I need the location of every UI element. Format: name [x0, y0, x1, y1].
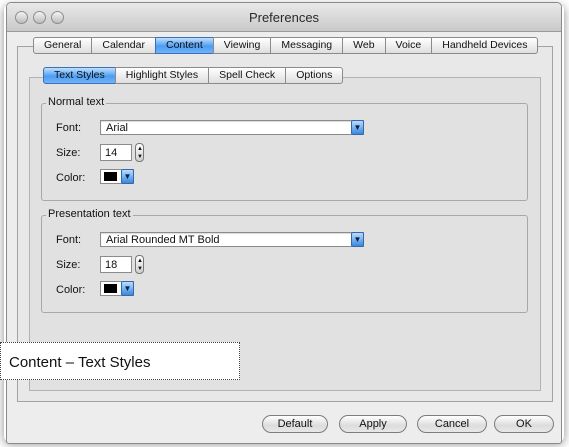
normal-font-value: Arial: [106, 122, 129, 134]
normal-font-label: Font:: [56, 122, 82, 134]
presentation-font-value: Arial Rounded MT Bold: [106, 234, 220, 246]
normal-text-group: Normal text Font: Arial ▼ Size: 14 ▲ ▼ C…: [41, 96, 528, 201]
tab-general[interactable]: General: [33, 37, 93, 54]
normal-text-label: Normal text: [46, 96, 107, 108]
chevron-down-icon: ▼: [121, 281, 134, 296]
cancel-button[interactable]: Cancel: [417, 415, 487, 433]
color-swatch: [104, 172, 117, 181]
tab-text-styles[interactable]: Text Styles: [43, 67, 116, 84]
presentation-size-field[interactable]: 18: [100, 256, 132, 273]
arrow-up-icon: ▲: [137, 146, 143, 152]
arrow-down-icon: ▼: [137, 266, 143, 272]
tab-options[interactable]: Options: [285, 67, 344, 84]
presentation-font-label: Font:: [56, 234, 82, 246]
normal-color-label: Color:: [56, 172, 86, 184]
top-tab-bar: General Calendar Content Viewing Messagi…: [33, 37, 539, 54]
presentation-size-value: 18: [105, 259, 118, 271]
presentation-font-select[interactable]: Arial Rounded MT Bold ▼: [100, 232, 364, 247]
sub-tab-bar: Text Styles Highlight Styles Spell Check…: [43, 67, 344, 84]
normal-color-picker[interactable]: ▼: [100, 169, 134, 184]
arrow-down-icon: ▼: [137, 154, 143, 160]
normal-size-stepper[interactable]: ▲ ▼: [135, 143, 144, 162]
presentation-color-picker[interactable]: ▼: [100, 281, 134, 296]
normal-size-value: 14: [105, 147, 118, 159]
caption-box: Content – Text Styles: [0, 342, 240, 380]
presentation-size-stepper[interactable]: ▲ ▼: [135, 255, 144, 274]
default-button[interactable]: Default: [262, 415, 328, 433]
tab-spell-check[interactable]: Spell Check: [208, 67, 287, 84]
caption-text: Content – Text Styles: [9, 354, 151, 371]
presentation-size-label: Size:: [56, 259, 81, 271]
chevron-down-icon: ▼: [351, 120, 364, 135]
normal-size-label: Size:: [56, 147, 81, 159]
tab-web[interactable]: Web: [342, 37, 386, 54]
normal-size-field[interactable]: 14: [100, 144, 132, 161]
tab-calendar[interactable]: Calendar: [91, 37, 156, 54]
normal-font-select[interactable]: Arial ▼: [100, 120, 364, 135]
chevron-down-icon: ▼: [351, 232, 364, 247]
arrow-up-icon: ▲: [137, 258, 143, 264]
tab-messaging[interactable]: Messaging: [270, 37, 344, 54]
presentation-text-group: Presentation text Font: Arial Rounded MT…: [41, 208, 528, 313]
tab-voice[interactable]: Voice: [384, 37, 433, 54]
tab-content[interactable]: Content: [154, 37, 214, 54]
tab-viewing[interactable]: Viewing: [212, 37, 272, 54]
apply-button[interactable]: Apply: [339, 415, 407, 433]
window-title: Preferences: [248, 10, 320, 25]
presentation-text-label: Presentation text: [46, 208, 133, 220]
color-swatch: [104, 284, 117, 293]
tab-handheld-devices[interactable]: Handheld Devices: [431, 37, 539, 54]
chevron-down-icon: ▼: [121, 169, 134, 184]
title-bar[interactable]: Preferences: [7, 3, 561, 32]
tab-highlight-styles[interactable]: Highlight Styles: [114, 67, 210, 84]
ok-button[interactable]: OK: [494, 415, 554, 433]
presentation-color-label: Color:: [56, 284, 86, 296]
